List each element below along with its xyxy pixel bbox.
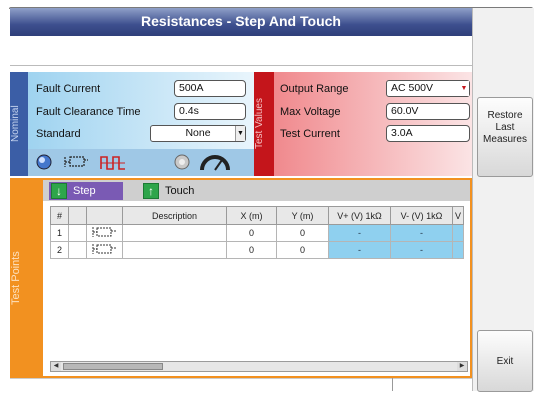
nominal-tab: Nominal (10, 72, 28, 176)
restore-last-measures-button[interactable]: Restore Last Measures (477, 97, 533, 177)
step-tab-label: Step (73, 185, 96, 197)
standard-value: None (185, 127, 211, 139)
test-points-table: # Description X (m) Y (m) V+ (V) 1kΩ V- … (50, 206, 465, 259)
col-header-y[interactable]: Y (m) (276, 206, 329, 225)
table-row[interactable]: 1 0 0 - - (50, 224, 465, 242)
fault-current-field[interactable]: 500A (174, 80, 246, 97)
test-points-tab: Test Points (10, 178, 43, 378)
row-select-cell[interactable] (68, 241, 87, 259)
arrow-up-icon: ↑ (143, 183, 159, 199)
col-header-vminus[interactable]: V- (V) 1kΩ (390, 206, 453, 225)
scroll-right-icon[interactable]: ▶ (457, 362, 467, 371)
restore-label-line-3: Measures (483, 134, 527, 145)
chevron-down-icon: ▼ (235, 126, 245, 141)
touch-tab-label: Touch (165, 185, 195, 197)
col-header-description[interactable]: Description (122, 206, 227, 225)
hand-touch-icon (86, 224, 123, 242)
table-header-row: # Description X (m) Y (m) V+ (V) 1kΩ V- … (50, 206, 465, 225)
row-number: 2 (50, 241, 69, 259)
scrollbar-thumb[interactable] (63, 363, 163, 370)
row-vplus: - (328, 224, 391, 242)
row-number: 1 (50, 224, 69, 242)
row-vplus: - (328, 241, 391, 259)
arrow-down-icon: ↓ (51, 183, 67, 199)
exit-button[interactable]: Exit (477, 330, 533, 392)
step-tab[interactable]: ↓ Step (49, 182, 123, 200)
output-range-value: AC 500V (391, 82, 434, 94)
chevron-down-icon: ▼ (459, 81, 469, 96)
electrode-icon[interactable] (32, 151, 56, 173)
hand-touch-icon (86, 241, 123, 259)
row-x[interactable]: 0 (226, 224, 277, 242)
fault-clearance-field[interactable]: 0.4s (174, 103, 246, 120)
status-divider (392, 378, 393, 391)
title-strip (10, 36, 472, 66)
row-v (451, 241, 465, 259)
col-header-icon[interactable] (86, 206, 123, 225)
output-range-label: Output Range (280, 83, 349, 95)
fault-clearance-label: Fault Clearance Time (36, 106, 141, 118)
col-header-num[interactable]: # (50, 206, 69, 225)
col-header-vplus[interactable]: V+ (V) 1kΩ (328, 206, 391, 225)
row-vminus: - (390, 241, 453, 259)
scroll-left-icon[interactable]: ◀ (51, 362, 61, 371)
col-header-blank[interactable] (68, 206, 87, 225)
touch-tab[interactable]: ↑ Touch (139, 182, 229, 200)
row-v (451, 224, 465, 242)
probe-icon[interactable] (170, 151, 194, 173)
standard-select[interactable]: None ▼ (150, 125, 246, 142)
col-header-v[interactable]: V (451, 206, 465, 225)
horizontal-scrollbar[interactable]: ◀ ▶ (50, 361, 468, 372)
row-description[interactable] (122, 224, 227, 242)
max-voltage-label: Max Voltage (280, 106, 341, 118)
row-description[interactable] (122, 241, 227, 259)
row-x[interactable]: 0 (226, 241, 277, 259)
fault-current-label: Fault Current (36, 83, 101, 95)
col-header-x[interactable]: X (m) (226, 206, 277, 225)
restore-label-line-2: Last (495, 122, 515, 133)
window-title: Resistances - Step And Touch (10, 8, 472, 36)
test-current-field[interactable]: 3.0A (386, 125, 470, 142)
restore-label-line-1: Restore (487, 110, 523, 121)
table-row[interactable]: 2 0 0 - - (50, 241, 465, 259)
test-current-label: Test Current (280, 128, 340, 140)
row-vminus: - (390, 224, 453, 242)
hand-touch-icon[interactable] (62, 151, 88, 173)
output-range-select[interactable]: AC 500V ▼ (386, 80, 470, 97)
max-voltage-field[interactable]: 60.0V (386, 103, 470, 120)
standard-label: Standard (36, 128, 81, 140)
status-strip (10, 378, 472, 391)
row-select-cell[interactable] (68, 224, 87, 242)
test-values-tab: Test Values (254, 72, 274, 176)
gauge-icon[interactable] (198, 151, 232, 173)
row-y[interactable]: 0 (276, 241, 329, 259)
step-wave-icon[interactable] (99, 151, 125, 173)
row-y[interactable]: 0 (276, 224, 329, 242)
